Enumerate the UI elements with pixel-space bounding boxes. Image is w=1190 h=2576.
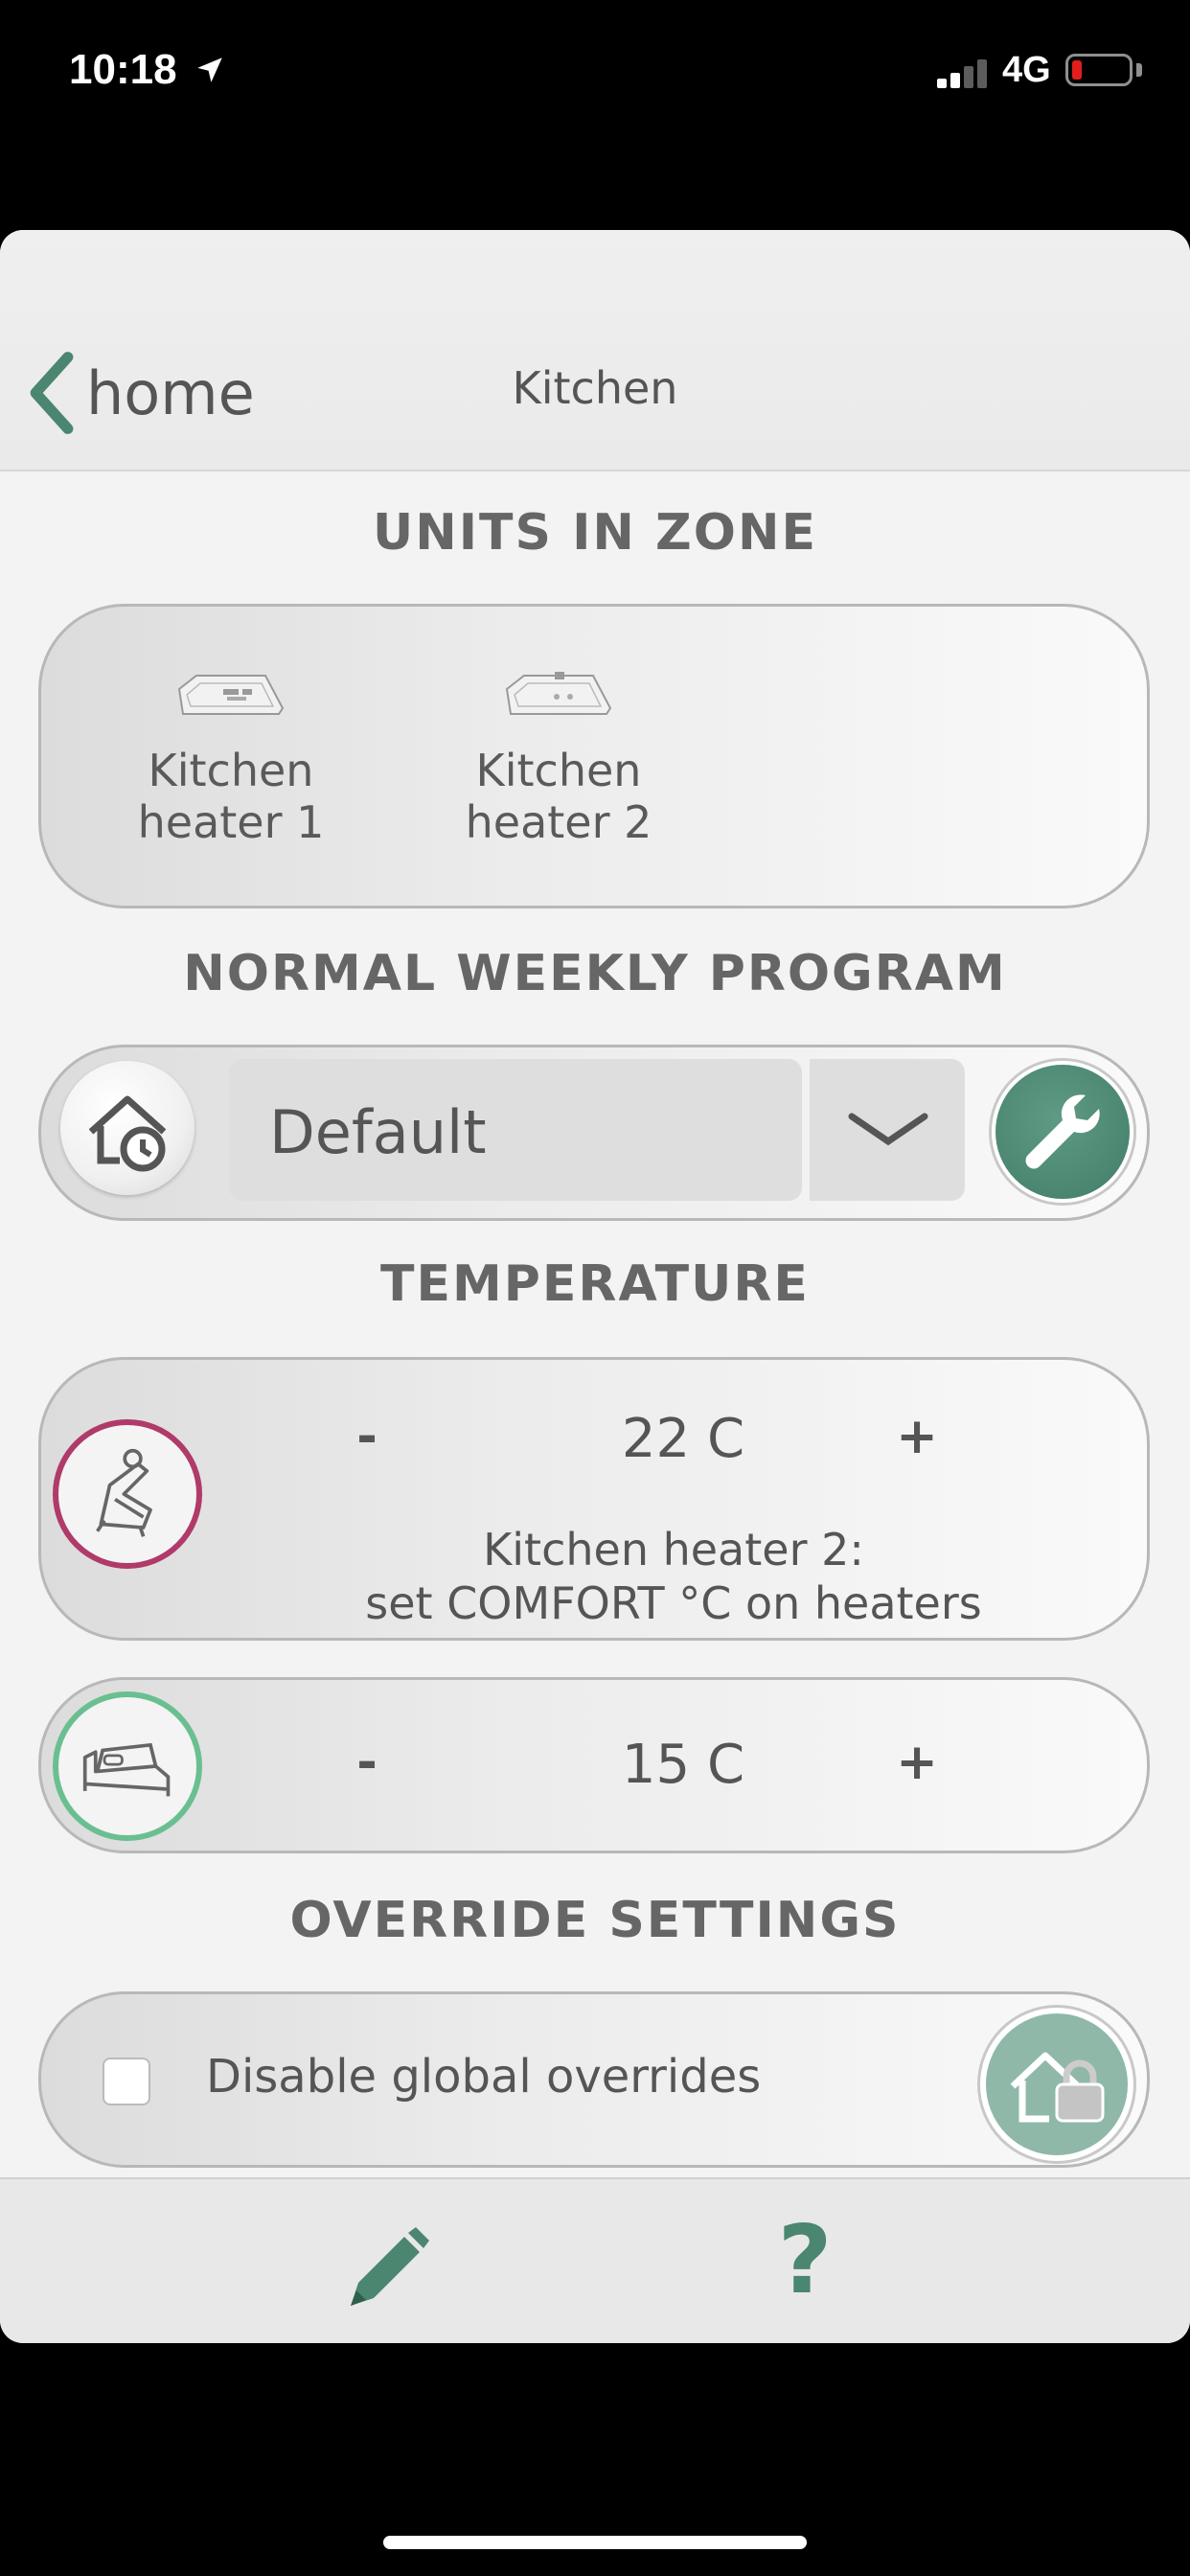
page-title: Kitchen [512, 362, 678, 414]
battery-icon [1065, 54, 1133, 86]
unit-kitchen-heater-2[interactable]: Kitchen heater 2 [434, 670, 683, 848]
unit-kitchen-heater-1[interactable]: Kitchen heater 1 [106, 670, 355, 848]
program-section-title: NORMAL WEEKLY PROGRAM [183, 945, 1007, 1002]
override-section-title: OVERRIDE SETTINGS [289, 1892, 901, 1949]
comfort-note-line2: set COMFORT °C on heaters [365, 1577, 982, 1629]
status-bar: 10:18 4G [0, 0, 1190, 144]
signal-icon [937, 56, 995, 88]
program-dropdown-toggle[interactable] [810, 1059, 965, 1201]
eco-mode-icon [53, 1691, 202, 1841]
eco-temperature-value: 15 C [621, 1734, 745, 1796]
bed-icon [82, 1742, 171, 1797]
nav-bar: home Kitchen [0, 230, 1190, 472]
chevron-down-icon [848, 1113, 928, 1146]
app-screen: home Kitchen UNITS IN ZONE Kitchen heate… [0, 230, 1190, 2343]
home-lock-icon [1010, 2052, 1105, 2123]
network-type: 4G [1002, 50, 1051, 90]
eco-minus-button[interactable]: - [329, 1734, 405, 1791]
program-icon [60, 1061, 195, 1195]
unit-label-line1: Kitchen [475, 745, 642, 796]
program-panel: Default [38, 1045, 1150, 1221]
pencil-icon[interactable] [343, 2225, 431, 2313]
heater-icon [177, 675, 285, 715]
units-section-title: UNITS IN ZONE [372, 504, 818, 562]
eco-temp-panel: - 15 C + [38, 1677, 1150, 1853]
bottom-toolbar: ? [0, 2177, 1190, 2343]
comfort-temp-panel: - 22 C + Kitchen heater 2: set COMFORT °… [38, 1357, 1150, 1641]
program-select[interactable]: Default [229, 1059, 802, 1201]
comfort-plus-button[interactable]: + [879, 1408, 955, 1465]
disable-overrides-checkbox[interactable] [103, 2058, 150, 2105]
program-selected-value: Default [269, 1097, 487, 1167]
disable-overrides-label[interactable]: Disable global overrides [206, 2050, 761, 2104]
unit-label-line1: Kitchen [148, 745, 314, 796]
comfort-mode-icon [53, 1419, 202, 1569]
override-panel: Disable global overrides [38, 1991, 1150, 2168]
comfort-note-line1: Kitchen heater 2: [483, 1524, 864, 1576]
status-time: 10:18 [69, 46, 177, 93]
heater-icon [505, 672, 612, 715]
comfort-temperature-value: 22 C [621, 1408, 745, 1470]
units-panel: Kitchen heater 1 Kitchen heater 2 [38, 604, 1150, 908]
home-indicator[interactable] [383, 2536, 807, 2549]
override-lock-button[interactable] [980, 2008, 1133, 2161]
battery-level [1072, 60, 1082, 80]
comfort-minus-button[interactable]: - [329, 1408, 405, 1465]
unit-label-line2: heater 1 [137, 796, 325, 848]
comfort-note: Kitchen heater 2: set COMFORT °C on heat… [195, 1523, 1153, 1630]
armchair-icon [96, 1448, 152, 1537]
temperature-section-title: TEMPERATURE [380, 1255, 810, 1313]
home-clock-icon [88, 1095, 167, 1172]
unit-label-line2: heater 2 [465, 796, 652, 848]
wrench-icon [1025, 1094, 1100, 1169]
help-button[interactable]: ? [767, 2208, 843, 2313]
location-arrow-icon [197, 58, 222, 82]
program-settings-button[interactable] [992, 1061, 1133, 1203]
eco-plus-button[interactable]: + [879, 1734, 955, 1791]
